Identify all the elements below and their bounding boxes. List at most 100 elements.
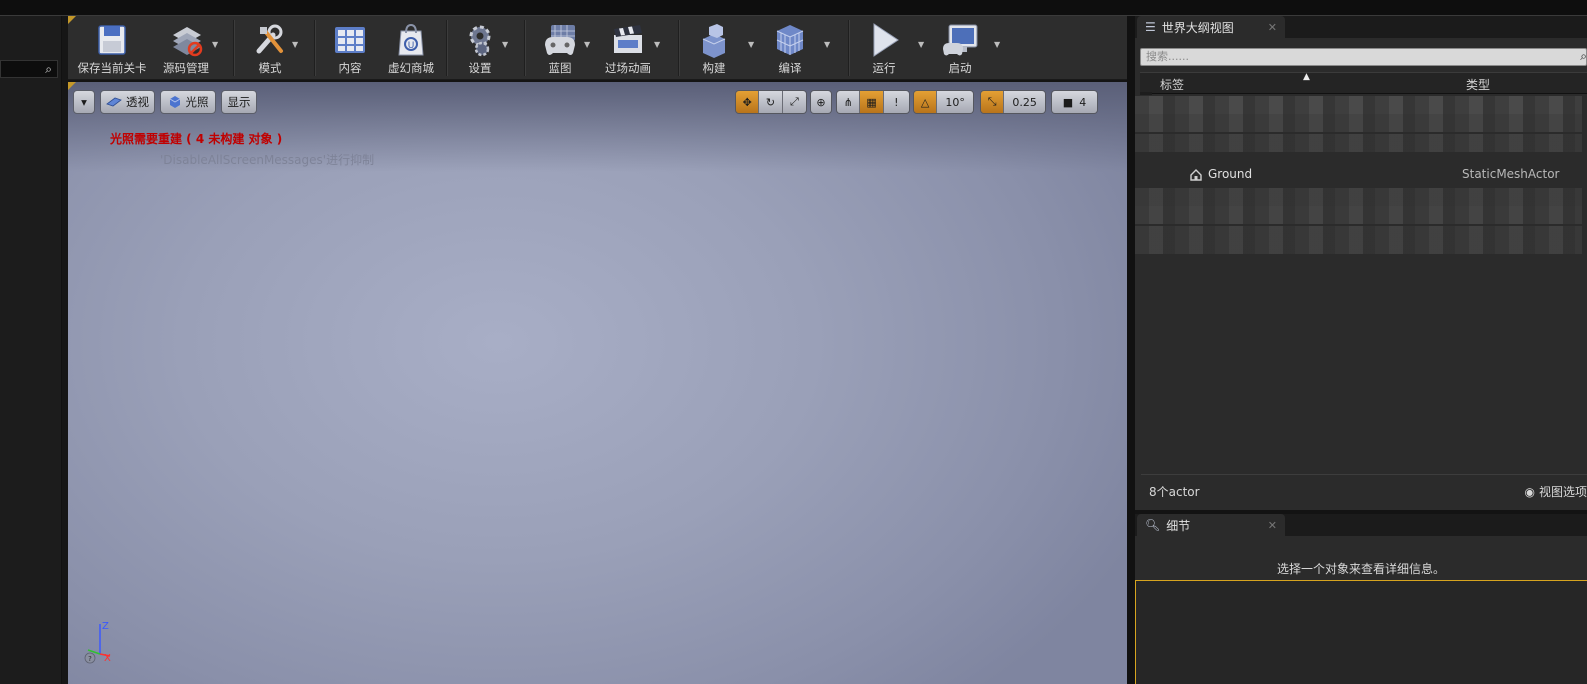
- modes-button[interactable]: 模式 ▼: [238, 16, 302, 80]
- axis-gizmo: Z X ?: [84, 621, 111, 664]
- view-options-button[interactable]: ◉ 视图选项: [1525, 483, 1587, 500]
- compile-dropdown-icon[interactable]: ▼: [824, 40, 830, 49]
- outliner-tabstrip: ☰ 世界大纲视图 ✕: [1135, 16, 1587, 38]
- settings-dropdown-icon[interactable]: ▼: [502, 40, 508, 49]
- lit-mode-button[interactable]: 光照: [160, 90, 216, 114]
- save-level-button[interactable]: 保存当前关卡: [72, 16, 152, 80]
- source-control-label: 源码管理: [163, 61, 209, 75]
- settings-button[interactable]: 设置 ▼: [452, 16, 508, 80]
- scale-snap-value[interactable]: 0.25: [1004, 91, 1045, 113]
- transform-mode-group: ✥ ↻ ⤢: [735, 90, 807, 114]
- grid-snap-value[interactable]: !: [883, 91, 909, 113]
- grid-icon: ▦: [866, 95, 877, 109]
- close-icon[interactable]: ✕: [1268, 21, 1277, 34]
- world-outliner-tab-label: 世界大纲视图: [1161, 20, 1234, 35]
- obscured-row-group: [1135, 96, 1582, 114]
- perspective-icon: [106, 97, 122, 107]
- title-bar: [0, 0, 1587, 16]
- play-button[interactable]: 运行: [856, 16, 912, 80]
- globe-icon: ⊕: [816, 95, 826, 109]
- source-control-dropdown-icon[interactable]: ▼: [212, 40, 218, 49]
- left-search-input[interactable]: ⌕: [0, 60, 58, 78]
- content-label: 内容: [338, 61, 362, 75]
- obscured-row-group: [1135, 226, 1582, 254]
- column-label-header[interactable]: 标签: [1160, 76, 1184, 93]
- rotation-snap-value[interactable]: 10°: [937, 91, 973, 113]
- show-label: 显示: [227, 95, 251, 109]
- outliner-list-icon: ☰: [1145, 20, 1156, 34]
- scale-snap-toggle[interactable]: ⤡: [981, 91, 1005, 113]
- toolbar-separator: [314, 20, 316, 76]
- camera-icon: ■: [1062, 95, 1074, 109]
- outliner-row-ground[interactable]: Ground StaticMeshActor: [1140, 166, 1587, 184]
- save-icon: [98, 25, 126, 55]
- cinematics-dropdown-icon[interactable]: ▼: [654, 40, 660, 49]
- close-icon[interactable]: ✕: [1268, 519, 1277, 532]
- outliner-search-input[interactable]: 搜索...... ⌕: [1140, 48, 1587, 66]
- view-options-label: 视图选项: [1538, 485, 1587, 499]
- toolbar-separator: [233, 20, 235, 76]
- launch-monitor-icon: [943, 24, 978, 56]
- modes-dropdown-icon[interactable]: ▼: [292, 40, 298, 49]
- rotation-snap-group: △ 10°: [913, 90, 974, 114]
- perspective-label: 透视: [126, 95, 149, 109]
- rotate-mode-button[interactable]: ↻: [759, 91, 783, 113]
- camera-speed-button[interactable]: ■ 4: [1052, 91, 1097, 113]
- viewport-options-button[interactable]: ▾: [73, 90, 95, 114]
- cinematics-button[interactable]: 过场动画 ▼: [598, 16, 660, 80]
- modes-tools-icon: [256, 24, 283, 54]
- compile-cube-icon: [776, 25, 804, 55]
- search-icon: ⌕: [45, 62, 52, 76]
- scale-mode-button[interactable]: ⤢: [782, 91, 806, 113]
- cinematics-label: 过场动画: [605, 61, 651, 75]
- details-tab[interactable]: 🔍︎ 细节 ✕: [1137, 514, 1285, 536]
- build-dropdown-icon[interactable]: ▼: [748, 40, 754, 49]
- scale-snap-icon: ⤡: [987, 95, 997, 108]
- marketplace-button[interactable]: U 虚幻商城: [378, 16, 444, 80]
- rotation-snap-toggle[interactable]: △: [914, 91, 938, 113]
- save-level-label: 保存当前关卡: [77, 61, 147, 75]
- outliner-header: 标签 ▲ 类型: [1140, 72, 1587, 95]
- content-button[interactable]: 内容: [320, 16, 380, 80]
- source-control-icon: [173, 27, 203, 57]
- level-viewport[interactable]: ▾ 透视 光照 显示 ✥ ↻ ⤢ ⊕ ⋔ ▦ ! △ 10° ⤡ 0.25 ■ 4…: [68, 82, 1127, 684]
- translate-mode-button[interactable]: ✥: [736, 91, 760, 113]
- lit-label: 光照: [185, 95, 209, 109]
- toolbar-separator: [446, 20, 448, 76]
- column-type-header[interactable]: 类型: [1466, 76, 1490, 93]
- world-space-button[interactable]: ⊕: [811, 91, 831, 113]
- details-content-area[interactable]: [1135, 580, 1587, 684]
- eye-icon: ◉: [1524, 484, 1535, 499]
- details-panel: 🔍︎ 细节 ✕ 选择一个对象来查看详细信息。: [1135, 514, 1587, 684]
- show-flags-button[interactable]: 显示: [221, 90, 257, 114]
- vertical-splitter[interactable]: [1127, 16, 1135, 684]
- blueprints-button[interactable]: 蓝图 ▼: [530, 16, 590, 80]
- grid-snap-toggle[interactable]: ▦: [860, 91, 884, 113]
- blueprints-dropdown-icon[interactable]: ▼: [584, 40, 590, 49]
- sort-ascending-icon: ▲: [1303, 72, 1310, 82]
- settings-label: 设置: [468, 61, 492, 75]
- actor-count: 8个actor: [1149, 485, 1200, 499]
- static-mesh-icon: [1190, 169, 1202, 181]
- launch-button[interactable]: 启动 ▼: [932, 16, 1000, 80]
- surface-snap-button[interactable]: ⋔: [837, 91, 861, 113]
- perspective-button[interactable]: 透视: [100, 90, 155, 114]
- launch-label: 启动: [948, 61, 972, 75]
- axis-y-marker: ?: [88, 655, 92, 663]
- content-grid-icon: [335, 27, 365, 53]
- source-control-button[interactable]: 源码管理 ▼: [154, 16, 218, 80]
- main-toolbar: 保存当前关卡 源码管理 ▼ 模式 ▼ 内容 U 虚幻商城 设置 ▼ 蓝图 ▼ 过…: [68, 16, 1127, 80]
- details-empty-message: 选择一个对象来查看详细信息。: [1276, 562, 1445, 576]
- svg-text:U: U: [408, 41, 415, 51]
- camera-speed-group: ■ 4: [1051, 90, 1098, 114]
- toolbar-separator: [524, 20, 526, 76]
- coordinate-space-group: ⊕: [810, 90, 832, 114]
- launch-dropdown-icon[interactable]: ▼: [994, 40, 1000, 49]
- obscured-row-group: [1135, 206, 1582, 224]
- rotate-icon: ↻: [765, 95, 776, 109]
- modes-label: 模式: [258, 61, 282, 75]
- play-dropdown-icon[interactable]: ▼: [918, 40, 924, 49]
- compile-button[interactable]: 编译: [762, 16, 818, 80]
- world-outliner-tab[interactable]: ☰ 世界大纲视图 ✕: [1137, 16, 1285, 38]
- build-button[interactable]: 构建: [688, 16, 740, 80]
